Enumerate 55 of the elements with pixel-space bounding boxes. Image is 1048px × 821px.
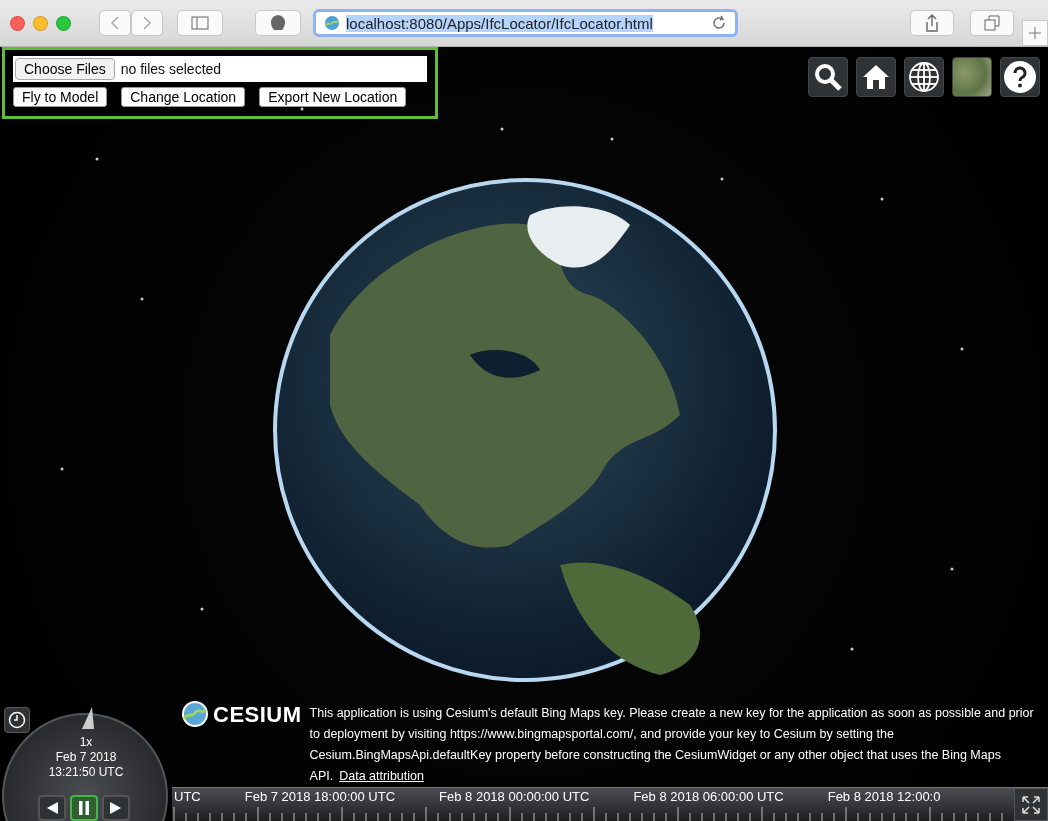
- sidebar-icon: [191, 16, 209, 30]
- chevron-left-icon: [110, 16, 120, 30]
- play-icon: [109, 801, 123, 815]
- pause-button[interactable]: [70, 795, 98, 821]
- speed-needle-icon[interactable]: [82, 707, 94, 729]
- help-icon: [1003, 60, 1037, 94]
- address-bar[interactable]: localhost:8080/Apps/IfcLocator/IfcLocator.html: [313, 9, 738, 37]
- tabs-icon: [984, 15, 1000, 31]
- share-icon: [925, 14, 939, 32]
- clock-button[interactable]: [4, 707, 30, 733]
- clock-icon: [8, 711, 26, 729]
- choose-files-button[interactable]: Choose Files: [15, 58, 115, 80]
- fullscreen-button[interactable]: [1014, 788, 1048, 821]
- action-button[interactable]: Fly to Model: [13, 87, 108, 107]
- imagery-picker-button[interactable]: [952, 57, 992, 97]
- timeline-label: UTC: [174, 789, 201, 804]
- logo-icon: [180, 699, 210, 729]
- earth-globe-drawing[interactable]: [270, 175, 780, 685]
- help-button[interactable]: [1000, 57, 1040, 97]
- time-text: 13:21:50 UTC: [47, 765, 125, 779]
- hand-icon: [270, 14, 286, 32]
- reload-icon[interactable]: [711, 15, 727, 31]
- play-button[interactable]: [102, 795, 130, 821]
- reverse-button[interactable]: [38, 795, 66, 821]
- reverse-icon: [45, 801, 59, 815]
- timeline[interactable]: UTC Feb 7 2018 18:00:00 UTC Feb 8 2018 00:00:00 UTC Feb 8 2018 06:00:00 UTC Feb 8 2018 12:00:0: [172, 787, 1048, 821]
- logo-text: CESIUM: [213, 703, 302, 725]
- timeline-label: Feb 8 2018 06:00:00 UTC: [633, 789, 784, 804]
- action-button[interactable]: Export New Location: [259, 87, 407, 107]
- plus-icon: [1029, 27, 1041, 39]
- credit-message: This application is using Cesium's default Bing Maps key. Please create a new key for the application as soon as possible and prior to deployment by visiting https://www.bingmapsportal.com/, and provide your key to Cesium by setting the Cesium.BingMapsApi.defaultKey property before constructing the CesiumWidget or any other object that uses the Bing Maps API. Data attribution: [309, 705, 1035, 785]
- url-text: localhost:8080/Apps/IfcLocator/IfcLocator.html: [346, 14, 653, 32]
- close-icon[interactable]: [10, 15, 25, 31]
- file-status: no files selected: [120, 61, 222, 77]
- home-button[interactable]: [856, 57, 896, 97]
- share-button[interactable]: [910, 10, 954, 36]
- timeline-label: Feb 7 2018 18:00:00 UTC: [244, 789, 396, 804]
- house-icon: [862, 63, 890, 91]
- chevron-right-icon: [142, 16, 152, 30]
- hand-button[interactable]: [255, 10, 301, 36]
- timeline-label: Feb 8 2018 00:00:00 UTC: [439, 789, 590, 804]
- globe-button[interactable]: [904, 57, 944, 97]
- date-text: Feb 7 2018: [54, 750, 118, 764]
- search-button[interactable]: [808, 57, 848, 97]
- map-viewer[interactable]: [0, 47, 1048, 821]
- site-icon: [324, 15, 340, 31]
- speed-text: 1x: [78, 735, 94, 749]
- search-icon: [813, 62, 843, 92]
- file-input[interactable]: Choose Files no files selected: [13, 56, 427, 82]
- globe-icon: [908, 61, 940, 93]
- timeline-label: Feb 8 2018 12:00:0: [827, 789, 941, 804]
- fullscreen-icon: [1021, 794, 1041, 815]
- data-attribution-link[interactable]: Data attribution: [339, 769, 424, 783]
- action-button[interactable]: Change Location: [121, 87, 246, 107]
- pause-icon: [78, 801, 90, 815]
